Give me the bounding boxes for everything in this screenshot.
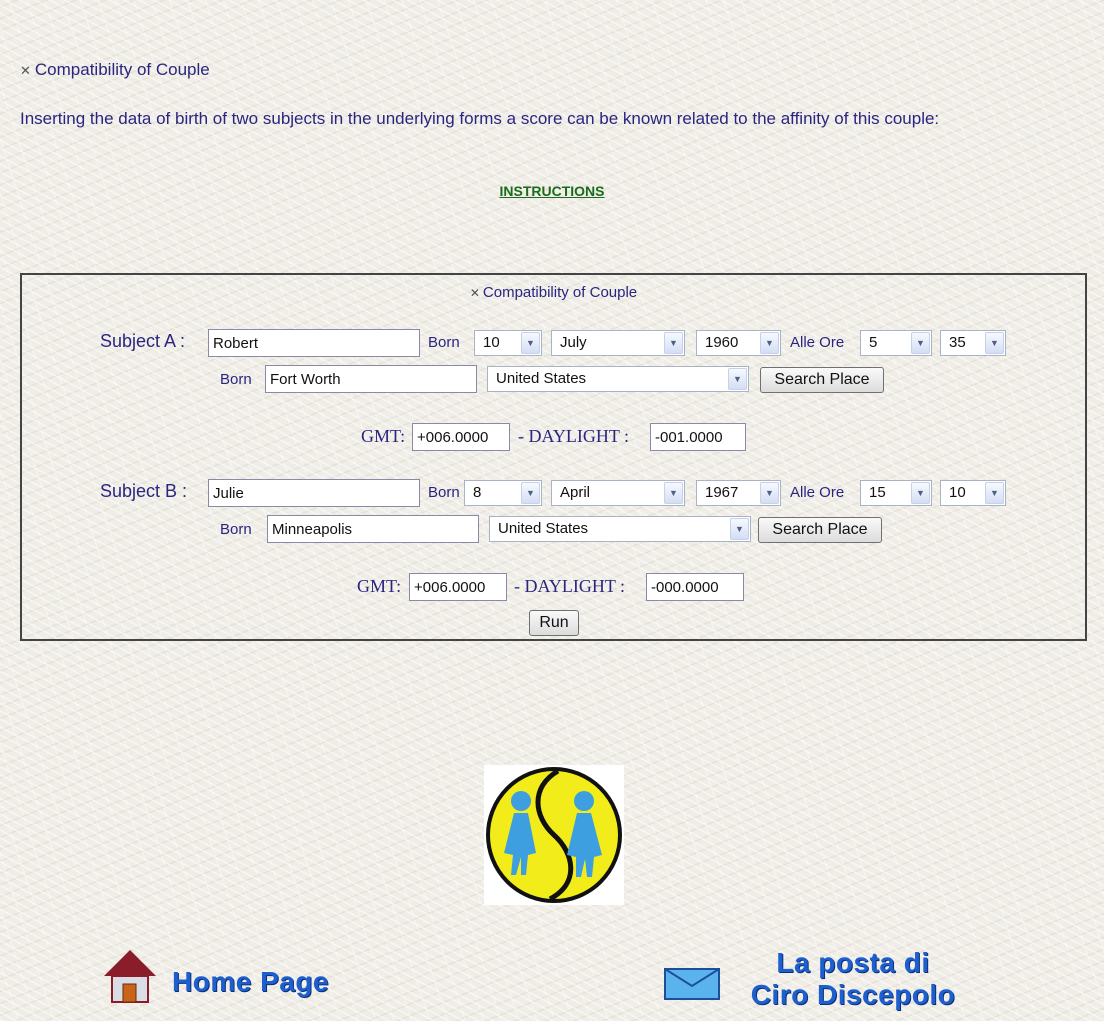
page-heading: ✕ Compatibility of Couple [20, 60, 210, 80]
subject-a-country-select[interactable]: United States ▼ [487, 366, 749, 392]
run-button[interactable]: Run [529, 610, 579, 636]
subject-a-daylight-input[interactable] [650, 423, 746, 451]
chevron-down-icon: ▼ [985, 332, 1004, 354]
chevron-down-icon: ▼ [521, 482, 540, 504]
subject-a-born-place-label: Born [220, 371, 252, 388]
subject-a-daylight-label: - DAYLIGHT : [518, 426, 629, 446]
subject-a-place-input[interactable] [265, 365, 477, 393]
house-icon[interactable] [104, 948, 156, 1004]
subject-b-label: Subject B : [100, 481, 188, 501]
subject-b-search-place-button[interactable]: Search Place [758, 517, 882, 543]
subject-b-country-select[interactable]: United States ▼ [489, 516, 751, 542]
yin-yang-couple-logo [484, 765, 624, 905]
form-title-text: Compatibility of Couple [482, 284, 638, 301]
subject-b-year-select[interactable]: 1967 ▼ [696, 480, 781, 506]
chevron-down-icon: ▼ [760, 332, 779, 354]
subject-a-born-label: Born [428, 334, 460, 351]
instructions-row: INSTRUCTIONS [0, 183, 1104, 199]
subject-a-label: Subject A : [100, 331, 186, 351]
chevron-down-icon: ▼ [911, 482, 930, 504]
chevron-down-icon: ▼ [521, 332, 540, 354]
subject-b-minute-select[interactable]: 10 ▼ [940, 480, 1006, 506]
subject-b-born-label: Born [428, 484, 460, 501]
chevron-down-icon: ▼ [664, 332, 683, 354]
subject-a-month-select[interactable]: July ▼ [551, 330, 685, 356]
subject-a-gmt-input[interactable] [412, 423, 510, 451]
subject-b-month-select[interactable]: April ▼ [551, 480, 685, 506]
chevron-down-icon: ▼ [985, 482, 1004, 504]
subject-a-gmt-label: GMT: [361, 426, 406, 446]
subject-b-born-place-label: Born [220, 521, 252, 538]
mail-link-line2: Ciro Discepolo [750, 979, 956, 1010]
compatibility-form-panel: ✕Compatibility of Couple Subject A : Bor… [20, 273, 1087, 641]
subject-b-place-input[interactable] [267, 515, 479, 543]
x-bullet-icon: ✕ [469, 286, 480, 300]
subject-b-day-select[interactable]: 8 ▼ [464, 480, 542, 506]
subject-a-search-place-button[interactable]: Search Place [760, 367, 884, 393]
subject-b-daylight-input[interactable] [646, 573, 744, 601]
page-heading-text: Compatibility of Couple [34, 60, 210, 79]
chevron-down-icon: ▼ [728, 368, 747, 390]
chevron-down-icon: ▼ [760, 482, 779, 504]
subject-a-hour-select[interactable]: 5 ▼ [860, 330, 932, 356]
subject-a-year-select[interactable]: 1960 ▼ [696, 330, 781, 356]
subject-a-day-select[interactable]: 10 ▼ [474, 330, 542, 356]
subject-a-name-input[interactable] [208, 329, 420, 357]
subject-b-daylight-label: - DAYLIGHT : [514, 576, 625, 596]
envelope-icon[interactable] [664, 968, 720, 1000]
mail-link-line1: La posta di [776, 947, 930, 978]
subject-a-alle-ore-label: Alle Ore [790, 334, 845, 351]
x-bullet-icon: ✕ [20, 63, 31, 78]
subject-b-alle-ore-label: Alle Ore [790, 484, 845, 501]
subject-a-minute-select[interactable]: 35 ▼ [940, 330, 1006, 356]
mail-link[interactable]: La posta di Ciro Discepolo [728, 946, 978, 1010]
subject-b-hour-select[interactable]: 15 ▼ [860, 480, 932, 506]
chevron-down-icon: ▼ [911, 332, 930, 354]
intro-text: Inserting the data of birth of two subje… [20, 109, 940, 128]
subject-b-gmt-input[interactable] [409, 573, 507, 601]
form-title: ✕ Compatibility of Couple [22, 284, 1085, 301]
chevron-down-icon: ▼ [664, 482, 683, 504]
chevron-down-icon: ▼ [730, 518, 749, 540]
subject-b-gmt-label: GMT: [357, 576, 402, 596]
subject-b-name-input[interactable] [208, 479, 420, 507]
instructions-link[interactable]: INSTRUCTIONS [500, 183, 605, 199]
home-page-link[interactable]: Home Page [172, 966, 329, 998]
